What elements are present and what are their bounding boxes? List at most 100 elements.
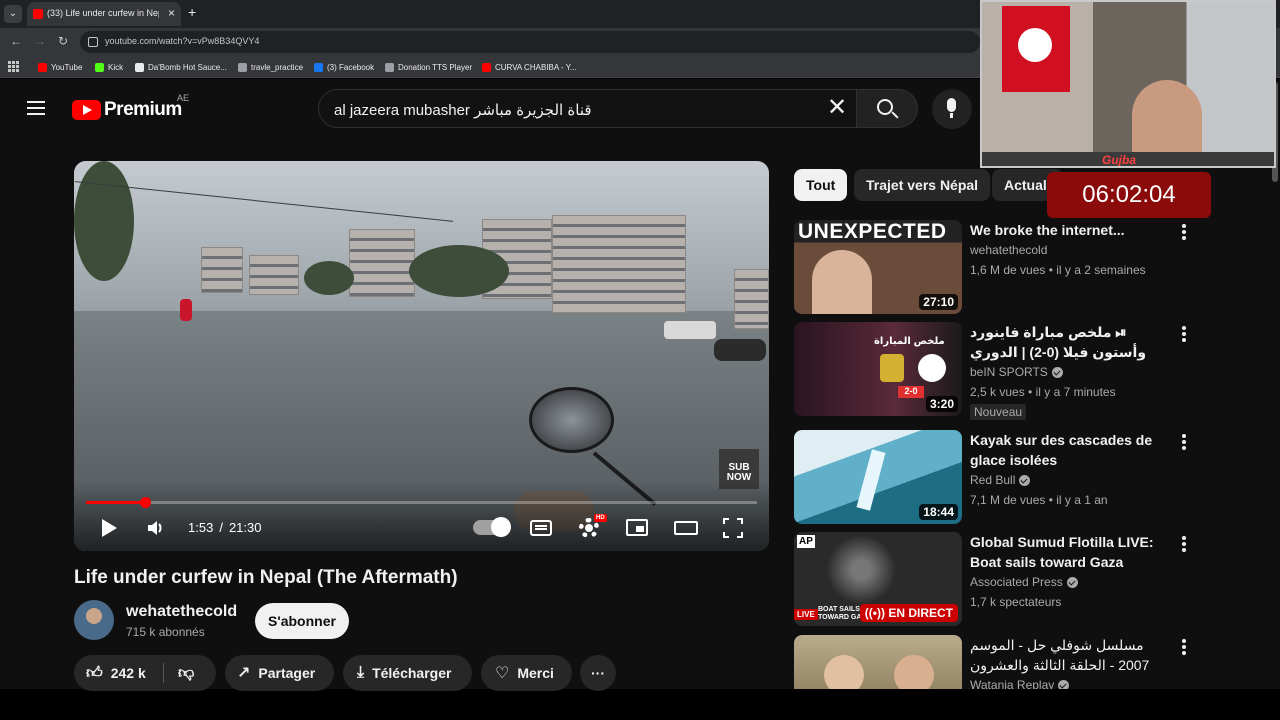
video-building: [552, 215, 686, 313]
video-player[interactable]: SUB NOW 1:53/21:30 HD: [74, 161, 769, 551]
video-building: [201, 247, 243, 293]
scrubber-handle[interactable]: [139, 497, 151, 508]
recommendation-item[interactable]: 18:44 Kayak sur des cascades de glace is…: [794, 430, 1194, 524]
youtube-favicon-icon: [33, 9, 43, 19]
recommendation-title[interactable]: Kayak sur des cascades de glace isolées: [970, 430, 1170, 470]
controls-gradient: [74, 481, 769, 551]
aston-villa-crest-icon: [880, 354, 904, 382]
share-arrow-icon: ↗: [237, 665, 251, 682]
youtube-icon: [38, 62, 47, 72]
more-actions-button[interactable]: ···: [580, 655, 616, 691]
recommendation-thumbnail[interactable]: AP LIVE BOAT SAILS TOWARD GAZA CARRYING …: [794, 532, 962, 626]
apps-grid-icon[interactable]: [8, 61, 19, 72]
search-button[interactable]: [856, 89, 918, 128]
video-tree: [74, 161, 134, 281]
subtitles-icon[interactable]: [530, 520, 552, 536]
verified-icon: [1019, 474, 1031, 486]
thumbnail-person: [894, 655, 934, 689]
recommendation-item[interactable]: UNEXPECTED 27:10 We broke the internet..…: [794, 220, 1194, 314]
like-divider: [163, 663, 164, 683]
feyenoord-crest-icon: [918, 354, 946, 382]
video-duration: 18:44: [919, 504, 958, 520]
microphone-icon: [947, 98, 956, 118]
new-tab-button[interactable]: +: [188, 4, 196, 20]
address-bar[interactable]: youtube.com/watch?v=vPw8B34QVY4: [80, 31, 980, 53]
thumbnail-text: ملخص المباراة: [874, 336, 945, 347]
site-info-icon[interactable]: [88, 37, 98, 47]
recommendation-channel[interactable]: wehatethecold: [970, 243, 1047, 257]
recommendation-title[interactable]: Global Sumud Flotilla LIVE: Boat sails t…: [970, 532, 1170, 572]
tab-close-icon[interactable]: ×: [168, 6, 175, 20]
channel-avatar[interactable]: [74, 600, 114, 640]
more-options-icon[interactable]: [1182, 536, 1186, 552]
bookmark-travle-practice[interactable]: travle_practice: [238, 61, 303, 73]
recommendation-channel[interactable]: Red Bull: [970, 473, 1031, 487]
subscribe-button[interactable]: S'abonner: [255, 603, 349, 639]
search-input[interactable]: al jazeera mubasher قناة الجزيرة مباشر ✕: [318, 89, 858, 128]
recommendation-thumbnail[interactable]: [794, 635, 962, 689]
volume-icon[interactable]: [146, 519, 164, 537]
recommendation-channel[interactable]: Watania Replay: [970, 678, 1070, 689]
page-scrollbar[interactable]: [1270, 82, 1280, 689]
bookmark-youtube[interactable]: YouTube: [38, 61, 82, 73]
bookmark-facebook[interactable]: (3) Facebook: [314, 61, 374, 73]
bookmark-kick[interactable]: Kick: [95, 61, 123, 73]
globe-icon: [238, 62, 247, 72]
reload-icon[interactable]: ↻: [58, 34, 68, 48]
new-badge: Nouveau: [970, 404, 1027, 420]
recommendation-thumbnail[interactable]: UNEXPECTED 27:10: [794, 220, 962, 314]
like-dislike-group: 👍︎ 242 k 👎︎: [74, 655, 216, 691]
url-text[interactable]: youtube.com/watch?v=vPw8B34QVY4: [105, 36, 259, 46]
recommendation-item[interactable]: AP LIVE BOAT SAILS TOWARD GAZA CARRYING …: [794, 532, 1194, 626]
recommendation-title[interactable]: We broke the internet...: [970, 220, 1170, 240]
facebook-icon: [314, 62, 323, 72]
chip-all[interactable]: Tout: [794, 169, 848, 201]
recommendation-title[interactable]: مسلسل شوفلي حل - الموسم 2007 - الحلقة ال…: [970, 635, 1170, 675]
more-options-icon[interactable]: [1182, 434, 1186, 450]
video-building: [734, 269, 769, 329]
tab-search-button[interactable]: ⌄: [4, 5, 22, 23]
download-button[interactable]: ⤓ Télécharger: [343, 655, 472, 691]
more-options-icon[interactable]: [1182, 224, 1186, 240]
chip-trip-nepal[interactable]: Trajet vers Népal: [854, 169, 991, 201]
recommendation-item[interactable]: مسلسل شوفلي حل - الموسم 2007 - الحلقة ال…: [794, 635, 1194, 689]
browser-tab[interactable]: (33) Life under curfew in Nepal ×: [27, 2, 181, 26]
recommendation-channel[interactable]: Associated Press: [970, 575, 1078, 589]
recommendation-channel[interactable]: beIN SPORTS: [970, 365, 1063, 379]
fullscreen-icon[interactable]: [723, 518, 743, 538]
time-display: 1:53 / 21:30: [185, 520, 264, 535]
youtube-premium-logo[interactable]: Premium: [72, 99, 182, 121]
thumbs-up-icon[interactable]: 👍︎: [86, 664, 103, 683]
kick-icon: [95, 62, 104, 72]
channel-name[interactable]: wehatethecold: [126, 603, 237, 621]
recommendation-thumbnail[interactable]: ملخص المباراة 2-0 3:20: [794, 322, 962, 416]
miniplayer-icon[interactable]: [626, 519, 648, 536]
play-icon[interactable]: [102, 519, 117, 537]
search-icon: [877, 99, 893, 115]
bookmark-curva-chabiba[interactable]: CURVA CHABIBA - Y...: [482, 61, 577, 73]
progress-bar[interactable]: [86, 497, 757, 508]
recommendation-thumbnail[interactable]: 18:44: [794, 430, 962, 524]
back-arrow-icon[interactable]: ←: [10, 34, 22, 48]
bookmark-donation-tts[interactable]: Donation TTS Player: [385, 61, 472, 73]
bookmark-dabomb[interactable]: Da'Bomb Hot Sauce...: [135, 61, 227, 73]
video-mirror: [529, 387, 614, 453]
clear-search-icon[interactable]: ✕: [827, 96, 847, 120]
more-label: ···: [591, 665, 605, 681]
country-code: AE: [177, 93, 190, 103]
more-options-icon[interactable]: [1182, 639, 1186, 655]
search-query[interactable]: al jazeera mubasher قناة الجزيرة مباشر: [334, 101, 592, 119]
more-options-icon[interactable]: [1182, 326, 1186, 342]
like-count[interactable]: 242 k: [111, 665, 146, 681]
voice-search-button[interactable]: [932, 89, 972, 129]
menu-icon[interactable]: [27, 101, 45, 115]
thanks-button[interactable]: ♡ Merci: [481, 655, 572, 691]
autoplay-toggle[interactable]: [473, 517, 511, 537]
recommendation-title[interactable]: ⏯ ملخص مباراة فاينورد وأستون فيلا (0-2) …: [970, 322, 1170, 362]
download-icon: ⤓: [357, 664, 365, 681]
forward-arrow-icon[interactable]: →: [34, 34, 46, 48]
theater-mode-icon[interactable]: [674, 521, 698, 535]
recommendation-item[interactable]: ملخص المباراة 2-0 3:20 ⏯ ملخص مباراة فاي…: [794, 322, 1194, 420]
share-button[interactable]: ↗ Partager: [225, 655, 334, 691]
thumbs-down-icon[interactable]: 👎︎: [178, 664, 194, 683]
